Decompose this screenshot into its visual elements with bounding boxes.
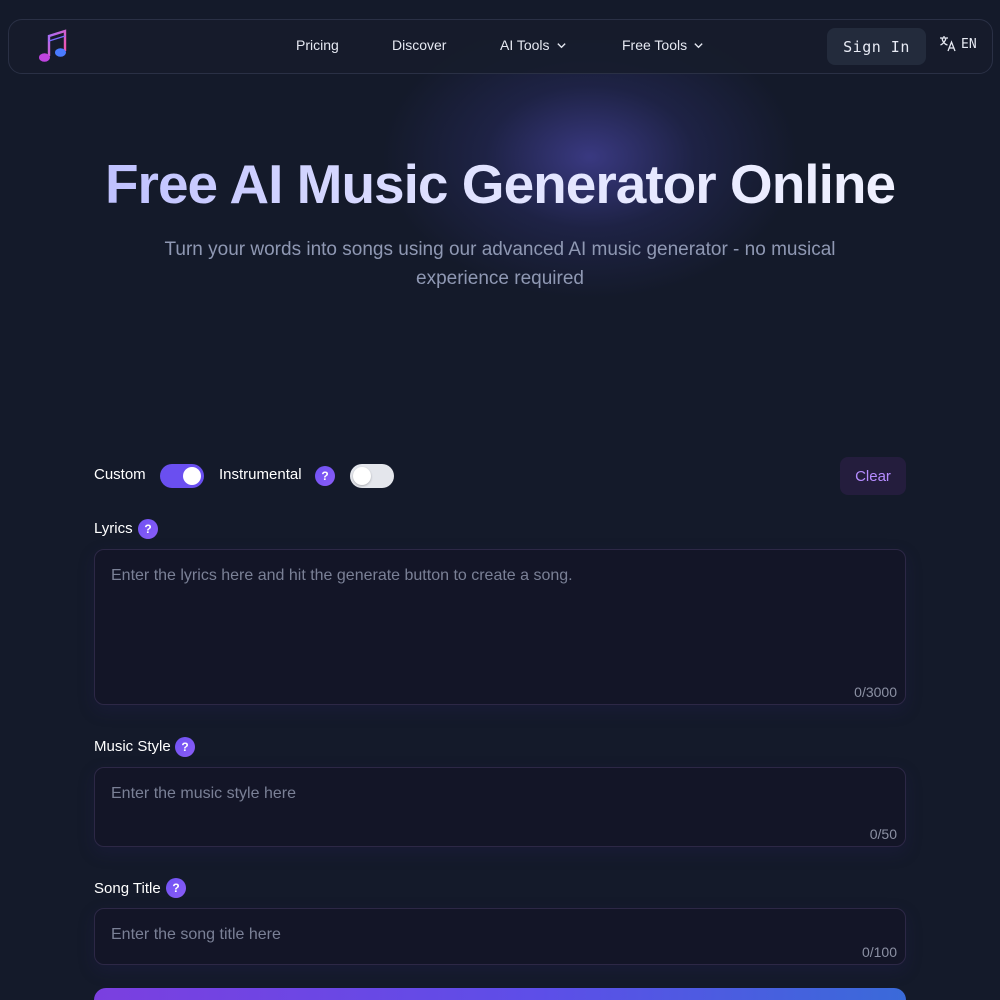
music-style-placeholder: Enter the music style here — [111, 785, 296, 802]
language-label: EN — [961, 36, 977, 52]
song-title-placeholder: Enter the song title here — [111, 926, 281, 943]
options-row: Custom Instrumental ? Clear — [94, 457, 906, 495]
instrumental-toggle[interactable] — [350, 464, 394, 488]
instrumental-help-icon[interactable]: ? — [315, 466, 335, 486]
toggle-knob — [183, 467, 201, 485]
translate-icon — [940, 36, 956, 52]
song-title-label: Song Title — [94, 880, 161, 897]
toggle-knob — [353, 467, 371, 485]
top-nav: Pricing Discover AI Tools Free Tools Sig… — [8, 19, 993, 74]
page-subtitle: Turn your words into songs using our adv… — [164, 239, 836, 289]
custom-label: Custom — [94, 466, 146, 483]
custom-toggle[interactable] — [160, 464, 204, 488]
lyrics-label: Lyrics — [94, 520, 133, 537]
music-note-icon[interactable] — [35, 28, 71, 66]
generate-button[interactable] — [94, 988, 906, 1000]
lyrics-placeholder: Enter the lyrics here and hit the genera… — [111, 567, 573, 584]
lyrics-textarea[interactable]: Enter the lyrics here and hit the genera… — [94, 549, 906, 705]
nav-free-tools-label: Free Tools — [622, 37, 688, 53]
sign-in-button[interactable]: Sign In — [827, 28, 926, 65]
nav-ai-tools-label: AI Tools — [500, 37, 550, 53]
nav-pricing-label: Pricing — [296, 37, 339, 53]
language-switcher[interactable]: EN — [939, 35, 977, 53]
song-title-help-icon[interactable]: ? — [166, 878, 186, 898]
instrumental-label: Instrumental — [219, 466, 302, 483]
music-style-label: Music Style — [94, 738, 171, 755]
song-title-char-count: 0/100 — [861, 944, 897, 960]
nav-ai-tools[interactable]: AI Tools — [500, 37, 567, 53]
song-title-input[interactable]: Enter the song title here 0/100 — [94, 908, 906, 965]
nav-free-tools[interactable]: Free Tools — [622, 37, 704, 53]
nav-pricing[interactable]: Pricing — [296, 37, 339, 53]
nav-discover[interactable]: Discover — [392, 37, 446, 53]
page-title: Free AI Music Generator Online — [0, 152, 1000, 216]
music-style-char-count: 0/50 — [869, 826, 897, 842]
lyrics-char-count: 0/3000 — [854, 684, 897, 700]
chevron-down-icon — [694, 42, 703, 48]
music-style-input[interactable]: Enter the music style here 0/50 — [94, 767, 906, 847]
nav-discover-label: Discover — [392, 37, 447, 53]
chevron-down-icon — [556, 42, 566, 48]
lyrics-help-icon[interactable]: ? — [138, 519, 158, 539]
clear-button[interactable]: Clear — [840, 457, 906, 495]
music-style-help-icon[interactable]: ? — [175, 737, 195, 757]
